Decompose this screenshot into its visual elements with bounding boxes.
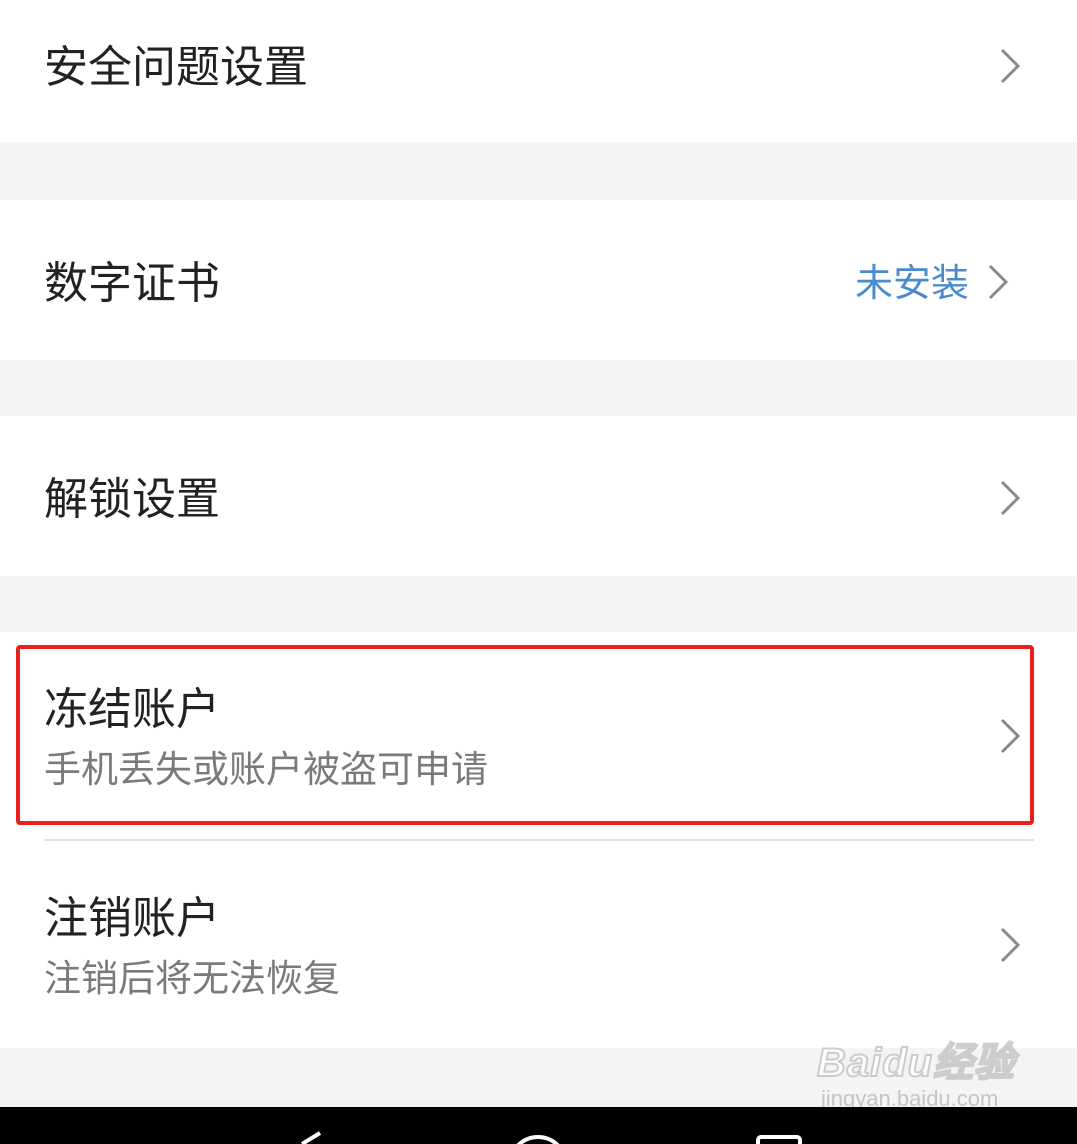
row-title: 安全问题设置 — [44, 42, 308, 93]
chevron-right-icon — [999, 480, 1021, 516]
annotation-highlight-box — [16, 645, 1034, 825]
chevron-right-icon — [999, 927, 1021, 963]
settings-row-close-account[interactable]: 注销账户 注销后将无法恢复 — [0, 841, 1077, 1048]
row-title: 解锁设置 — [44, 474, 220, 525]
row-subtitle: 注销后将无法恢复 — [44, 957, 340, 1000]
row-title: 注销账户 — [44, 893, 220, 944]
home-circle-icon[interactable] — [508, 1107, 568, 1144]
watermark-logo: Baidu经验 — [816, 1040, 1016, 1086]
settings-row-security-question[interactable]: 安全问题设置 — [0, 0, 1077, 142]
recents-square-icon[interactable] — [752, 1107, 806, 1144]
settings-row-unlock[interactable]: 解锁设置 — [0, 416, 1077, 576]
settings-row-digital-certificate[interactable]: 数字证书 未安装 — [0, 200, 1077, 360]
chevron-right-icon — [999, 48, 1021, 84]
chevron-right-icon — [987, 264, 1009, 300]
certificate-status-value: 未安装 — [854, 261, 969, 305]
row-title: 数字证书 — [44, 258, 220, 309]
system-navigation-bar — [0, 1107, 1077, 1144]
back-triangle-icon[interactable] — [290, 1107, 330, 1144]
